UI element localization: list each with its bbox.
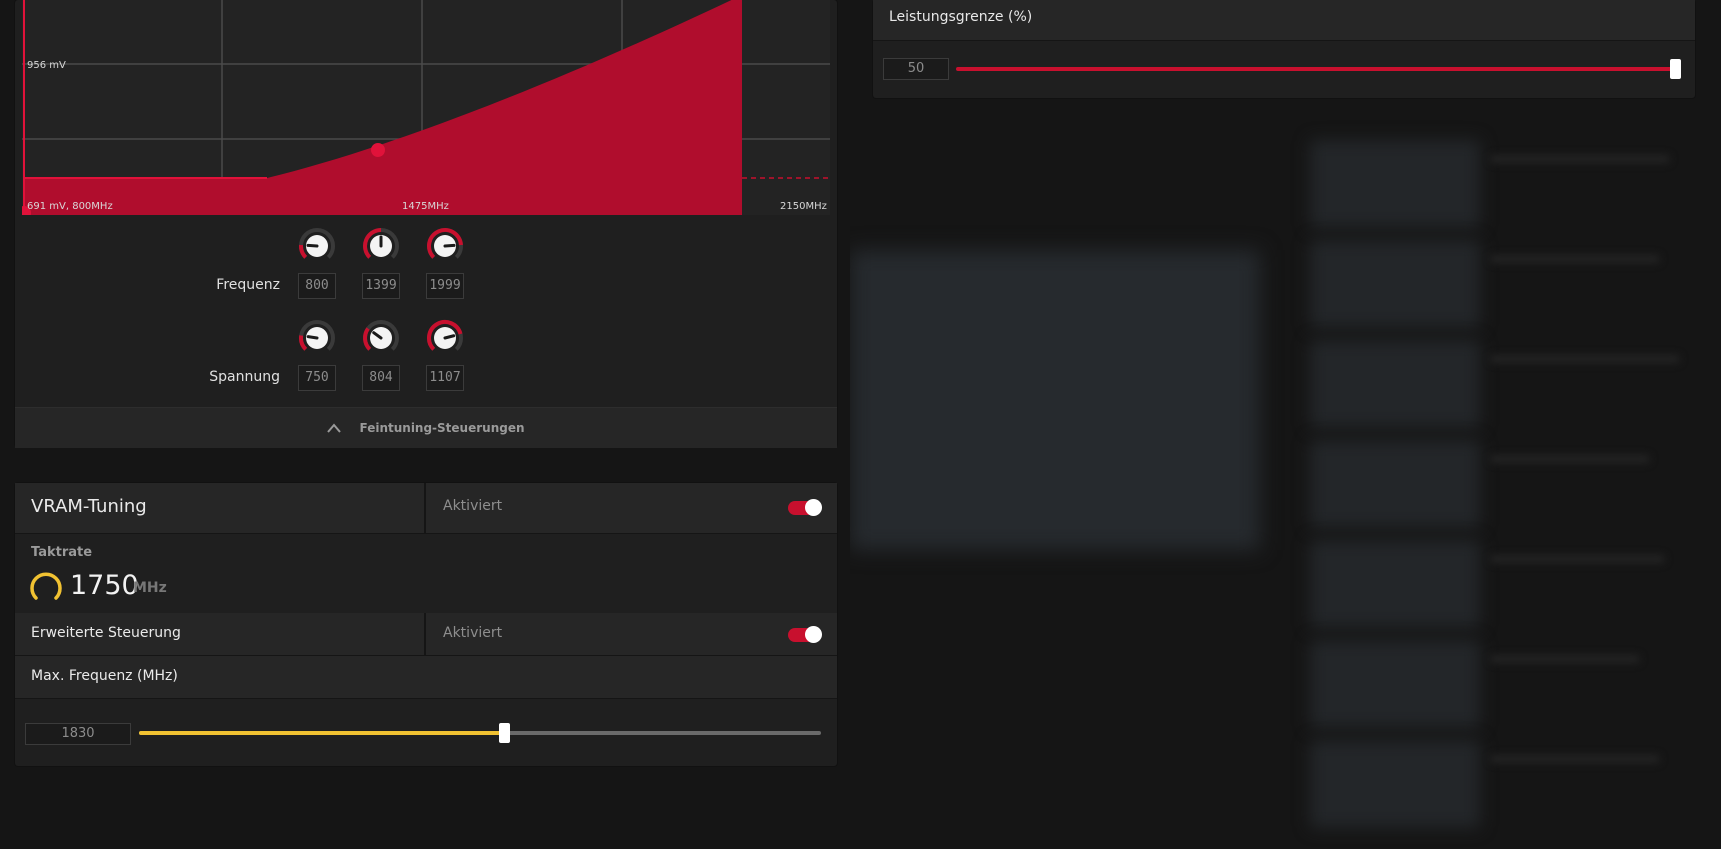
frequency-knob-2[interactable] <box>362 227 400 265</box>
voltage-label: Spannung <box>209 369 280 385</box>
vram-tuning-row: VRAM-Tuning Aktiviert <box>15 483 837 534</box>
power-limit-slider-thumb[interactable] <box>1670 59 1681 79</box>
advanced-control-title: Erweiterte Steuerung <box>31 625 181 641</box>
curve-label-max-freq: 2150MHz <box>780 201 827 212</box>
power-limit-input[interactable]: 50 <box>883 58 949 80</box>
frequency-label: Frequenz <box>216 277 280 293</box>
vram-tuning-title: VRAM-Tuning <box>31 496 147 517</box>
fine-tune-label: Feintuning-Steuerungen <box>359 421 525 435</box>
background-thumbnail <box>1310 240 1480 328</box>
blurred-background <box>850 100 1721 849</box>
voltage-frequency-curve[interactable]: 956 mV 691 mV, 800MHz 1475MHz 2150MHz <box>22 0 830 215</box>
curve-label-mid-freq: 1475MHz <box>402 201 449 212</box>
background-thumbnail <box>1310 640 1480 728</box>
background-text <box>1490 555 1665 563</box>
divider <box>424 483 426 533</box>
voltage-frequency-panel: 956 mV 691 mV, 800MHz 1475MHz 2150MHz Fr… <box>15 0 837 448</box>
chevron-up-icon <box>327 423 342 433</box>
voltage-value-3[interactable]: 1107 <box>426 365 464 391</box>
vram-tuning-panel: VRAM-Tuning Aktiviert Taktrate 1750 MHz … <box>15 483 837 766</box>
background-text <box>1490 355 1680 363</box>
clock-gauge-icon <box>30 572 62 600</box>
background-text <box>1490 455 1650 463</box>
frequency-value-1[interactable]: 800 <box>298 273 336 299</box>
divider <box>424 613 426 655</box>
background-thumbnail <box>1310 340 1480 428</box>
voltage-knob-1[interactable] <box>298 319 336 357</box>
background-text <box>1490 255 1660 263</box>
power-limit-header: Leistungsgrenze (%) <box>873 0 1695 41</box>
curve-label-top-voltage: 956 mV <box>27 60 66 71</box>
curve-point-mid[interactable] <box>371 143 385 157</box>
advanced-control-toggle[interactable] <box>788 626 822 643</box>
voltage-value-2[interactable]: 804 <box>362 365 400 391</box>
background-thumbnail <box>1310 540 1480 628</box>
background-video <box>850 250 1260 550</box>
max-frequency-row: Max. Frequenz (MHz) <box>15 656 837 699</box>
fine-tune-toggle[interactable]: Feintuning-Steuerungen <box>15 407 837 448</box>
frequency-value-2[interactable]: 1399 <box>362 273 400 299</box>
background-text <box>1490 655 1640 663</box>
clock-rate-value: 1750 <box>70 570 139 601</box>
advanced-control-status: Aktiviert <box>443 625 503 641</box>
max-frequency-title: Max. Frequenz (MHz) <box>31 668 178 684</box>
background-text <box>1490 155 1670 163</box>
max-frequency-slider-fill <box>139 731 504 735</box>
clock-rate-unit: MHz <box>133 580 167 596</box>
frequency-knob-1[interactable] <box>298 227 336 265</box>
vram-tuning-status: Aktiviert <box>443 498 503 514</box>
voltage-knob-2[interactable] <box>362 319 400 357</box>
clock-rate-label: Taktrate <box>31 545 93 560</box>
power-limit-slider-track[interactable] <box>956 67 1676 71</box>
curve-label-min: 691 mV, 800MHz <box>27 201 113 212</box>
vram-tuning-toggle[interactable] <box>788 499 822 516</box>
background-text <box>1490 755 1660 763</box>
advanced-control-row: Erweiterte Steuerung Aktiviert <box>15 613 837 656</box>
voltage-knob-3[interactable] <box>426 319 464 357</box>
power-limit-title: Leistungsgrenze (%) <box>889 9 1033 25</box>
voltage-value-1[interactable]: 750 <box>298 365 336 391</box>
background-thumbnail <box>1310 440 1480 528</box>
background-thumbnail <box>1310 740 1480 828</box>
background-thumbnail <box>1310 140 1480 228</box>
frequency-knob-3[interactable] <box>426 227 464 265</box>
max-frequency-input[interactable]: 1830 <box>25 723 131 745</box>
frequency-value-3[interactable]: 1999 <box>426 273 464 299</box>
power-limit-panel: Leistungsgrenze (%) 50 <box>873 0 1695 98</box>
max-frequency-slider-thumb[interactable] <box>498 723 510 743</box>
